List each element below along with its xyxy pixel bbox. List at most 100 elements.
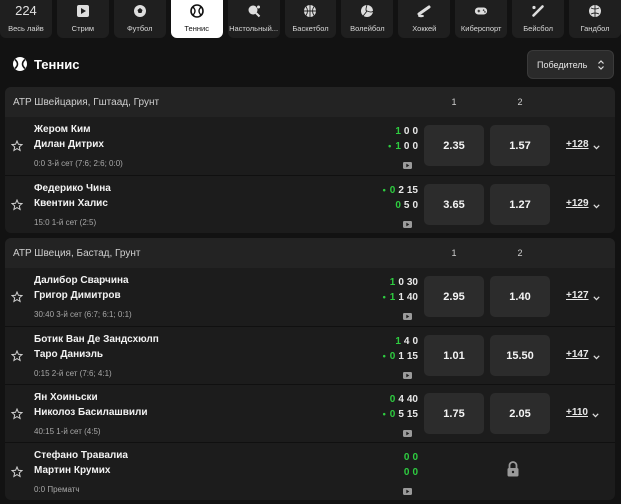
video-icon[interactable] (403, 311, 412, 320)
sport-tab-label: Футбол (126, 24, 153, 33)
match-row[interactable]: Далибор Сварчина Григор Димитров 30:40 3-й… (5, 268, 615, 326)
serve-indicator-icon: • (388, 141, 392, 151)
match-row[interactable]: Жером Ким Дилан Дитрих 0:0 3-й сет (7:6; 2… (5, 117, 615, 175)
score-value: 0 (403, 451, 410, 463)
match-status: 40:15 1-й сет (4:5) (34, 427, 101, 436)
chevron-down-icon (592, 142, 600, 150)
score-value: 0 (389, 408, 396, 420)
star-icon[interactable] (10, 290, 24, 303)
more-markets-count: +129 (566, 198, 589, 209)
sport-tab-label: Волейбол (350, 24, 385, 33)
match-status: 30:40 3-й сет (6:7; 6:1; 0:1) (34, 310, 132, 319)
odd-button-1[interactable]: 3.65 (424, 184, 484, 225)
score-value: 0 (403, 466, 410, 478)
star-icon[interactable] (10, 198, 24, 211)
sport-tab-10[interactable]: Гандбол (569, 0, 621, 38)
score-value: 1 (395, 335, 401, 347)
chevron-down-icon (592, 293, 600, 301)
video-icon[interactable] (403, 219, 412, 228)
more-markets-link[interactable]: +129 (566, 198, 600, 209)
video-icon[interactable] (403, 486, 412, 495)
video-icon[interactable] (403, 370, 412, 379)
score-row-player-2: • 1 1 40 (380, 290, 418, 304)
video-icon[interactable] (403, 428, 412, 437)
odd-button-2[interactable]: 1.40 (490, 276, 550, 317)
score-value: 15 (406, 408, 418, 420)
star-icon[interactable] (10, 465, 24, 478)
odd-button-2[interactable]: 1.57 (490, 125, 550, 166)
column-header-1: 1 (451, 97, 457, 107)
match-row[interactable]: Ян Хоиньски Николоз Басилашвили 40:15 1-й … (5, 384, 615, 442)
score-value: 0 (395, 199, 401, 211)
more-markets-count: +110 (566, 407, 588, 418)
more-markets-link[interactable]: +127 (566, 290, 600, 301)
match-row[interactable]: Федерико Чина Квентин Халис 15:0 1-й сет (… (5, 175, 615, 233)
score-value: 0 (403, 140, 410, 152)
sport-tab-7[interactable]: Хоккей (398, 0, 451, 38)
odd-button-2[interactable]: 1.27 (490, 184, 550, 225)
score-value: 1 (398, 350, 404, 362)
odd-button-2[interactable]: 15.50 (490, 335, 550, 376)
odd-button-1[interactable]: 1.75 (424, 393, 484, 434)
odd-button-1[interactable]: 1.01 (424, 335, 484, 376)
score-block: 1 0 30 • 1 1 40 (373, 275, 418, 305)
serve-indicator-icon: • (382, 409, 386, 419)
sport-tab-0[interactable]: 224 Весь лайв (0, 0, 52, 38)
star-icon[interactable] (10, 407, 24, 420)
tennis-ball-icon (12, 56, 28, 72)
page-heading: Теннис (12, 56, 79, 72)
odd-button-1[interactable]: 2.35 (424, 125, 484, 166)
score-value: 15 (406, 350, 418, 362)
volleyball-icon (360, 4, 374, 18)
sports-bar: 224 Весь лайв Стрим Футбол Теннис Настольный.… (0, 0, 621, 38)
player-2-name: Николоз Басилашвили (34, 407, 148, 418)
star-icon[interactable] (10, 349, 24, 362)
serve-indicator-icon: • (382, 351, 386, 361)
match-status: 0:0 3-й сет (7:6; 2:6; 0:0) (34, 159, 123, 168)
score-value: 0 (412, 199, 418, 211)
basketball-icon (303, 4, 317, 18)
sport-tab-label: Весь лайв (8, 24, 44, 33)
sport-tab-9[interactable]: Бейсбол (512, 0, 565, 38)
score-value: 1 (395, 125, 401, 137)
score-row-player-1: 140 (392, 334, 418, 348)
sport-tab-5[interactable]: Баскетбол (284, 0, 337, 38)
baseball-bat-icon (531, 4, 545, 18)
score-value: 30 (406, 276, 418, 288)
match-row[interactable]: Стефано Травалиа Мартин Крумих 0:0 Прематч… (5, 442, 615, 500)
more-markets-count: +147 (566, 349, 589, 360)
sport-tab-label: Теннис (184, 24, 209, 33)
score-value: 40 (406, 393, 418, 405)
league-header[interactable]: ATP Швейцария, Гштаад, Грунт 1 2 (5, 87, 615, 117)
odd-button-1[interactable]: 2.95 (424, 276, 484, 317)
player-2-name: Дилан Дитрих (34, 139, 104, 150)
hockey-puck-icon (417, 4, 431, 18)
sport-tab-6[interactable]: Волейбол (341, 0, 394, 38)
player-1-name: Далибор Сварчина (34, 275, 129, 286)
sport-tab-label: Киберспорт (460, 24, 502, 33)
score-block: 0000 (373, 450, 418, 480)
more-markets-link[interactable]: +147 (566, 349, 600, 360)
video-icon[interactable] (403, 160, 412, 169)
score-value: 1 (389, 291, 396, 303)
more-markets-link[interactable]: +110 (566, 407, 599, 418)
odd-button-2[interactable]: 2.05 (490, 393, 550, 434)
score-block: 0 4 40 • 0 5 15 (373, 392, 418, 422)
league-name: ATP Швейцария, Гштаад, Грунт (13, 96, 160, 108)
star-icon[interactable] (10, 139, 24, 152)
sport-tab-1[interactable]: Стрим (56, 0, 109, 38)
more-markets-link[interactable]: +128 (566, 139, 600, 150)
sport-tab-8[interactable]: Киберспорт (455, 0, 508, 38)
sport-tab-2[interactable]: Футбол (113, 0, 166, 38)
sport-tab-4[interactable]: Настольный... (227, 0, 280, 38)
sport-tab-3[interactable]: Теннис (170, 0, 223, 38)
league-header[interactable]: ATP Швеция, Бастад, Грунт 1 2 (5, 238, 615, 268)
score-row-player-2: 00 (401, 465, 418, 479)
score-value: 0 (389, 393, 396, 405)
sort-select[interactable]: Победитель (527, 50, 614, 79)
sport-tab-label: Стрим (71, 24, 95, 33)
score-block: • 0 2 15 0 5 0 (373, 183, 418, 213)
handball-icon (588, 4, 602, 18)
chevron-down-icon (592, 410, 599, 418)
match-row[interactable]: Ботик Ван Де Зандсхюлп Таро Даниэль 0:15 2… (5, 326, 615, 384)
